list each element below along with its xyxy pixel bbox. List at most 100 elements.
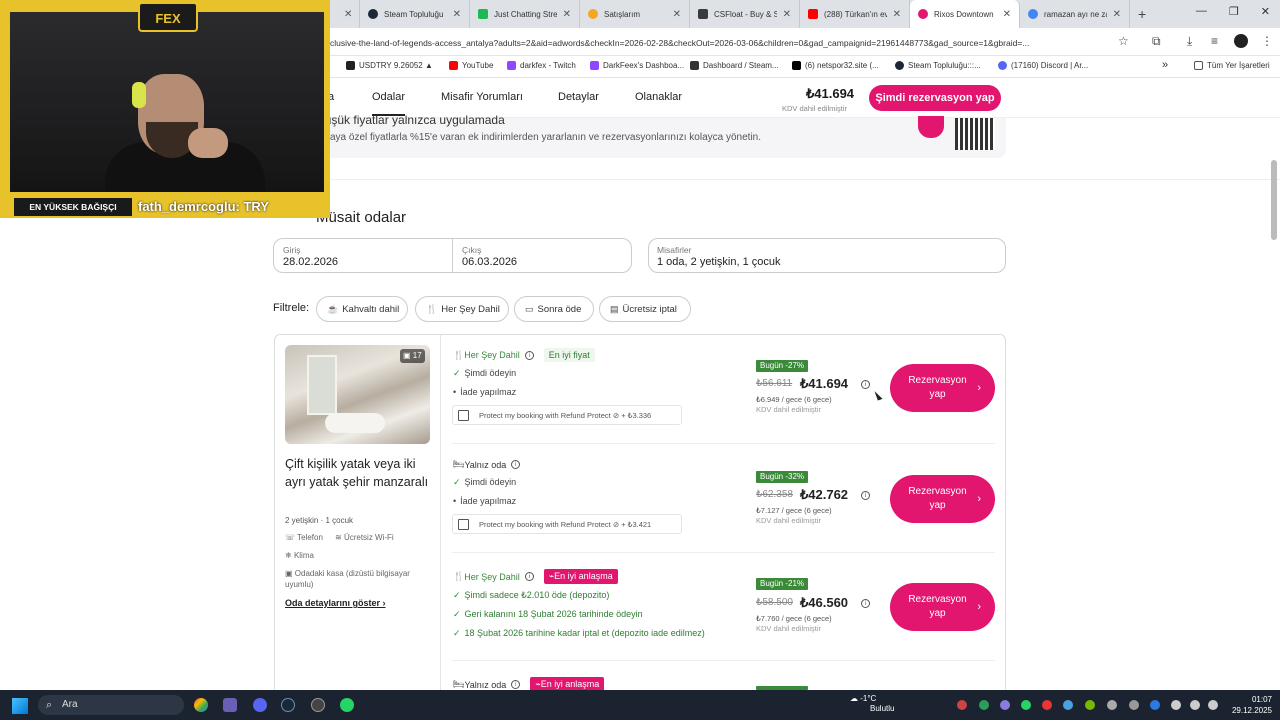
nav-link-reviews[interactable]: Misafir Yorumları bbox=[441, 91, 523, 103]
filter-free-cancel[interactable]: ▤ Ücretsiz iptal bbox=[599, 296, 691, 322]
steam-icon[interactable] bbox=[281, 698, 295, 712]
filter-all-inclusive[interactable]: 🍴 Her Şey Dahil bbox=[415, 296, 509, 322]
nav-link-facilities[interactable]: Olanaklar bbox=[635, 91, 682, 103]
tab-rixos[interactable]: Rixos Downtown ✕ bbox=[910, 0, 1020, 28]
close-window-icon[interactable]: ✕ bbox=[1261, 5, 1270, 18]
offer-2-reserve-button[interactable]: Rezervasyon yap › bbox=[890, 475, 995, 523]
bookmark-netspor[interactable]: (6) netspor32.site (... bbox=[792, 61, 879, 70]
close-icon[interactable]: ✕ bbox=[344, 9, 352, 20]
offer-2-vat: KDV dahil edilmiştir bbox=[756, 516, 822, 525]
bookmark-steam-dashboard[interactable]: Dashboard / Steam... bbox=[690, 61, 779, 70]
bookmark-twitch[interactable]: darkfex - Twitch bbox=[507, 61, 576, 70]
volume-icon[interactable] bbox=[1208, 700, 1218, 710]
wifi-icon: ≋ bbox=[335, 533, 344, 542]
info-icon[interactable]: i bbox=[524, 350, 534, 360]
tray-icon[interactable] bbox=[1042, 700, 1052, 710]
tray-icon[interactable] bbox=[1021, 700, 1031, 710]
tray-icon[interactable] bbox=[1063, 700, 1073, 710]
microphone-icon[interactable] bbox=[1171, 700, 1181, 710]
guests-value[interactable]: 1 oda, 2 yetişkin, 1 çocuk bbox=[657, 256, 781, 268]
checkbox[interactable] bbox=[458, 410, 469, 421]
photo-count-badge[interactable]: ▣ 17 bbox=[400, 349, 425, 363]
new-tab-icon[interactable]: + bbox=[1138, 6, 1146, 22]
bookmark-discord[interactable]: (17160) Discord | Ar... bbox=[998, 61, 1088, 70]
filter-breakfast[interactable]: ☕ Kahvaltı dahil bbox=[316, 296, 408, 322]
checkout-value[interactable]: 06.03.2026 bbox=[462, 256, 517, 268]
info-icon[interactable]: i bbox=[861, 599, 870, 608]
card-icon: ▭ bbox=[525, 303, 534, 314]
menu-icon[interactable]: ⋮ bbox=[1261, 34, 1273, 48]
minimize-icon[interactable]: — bbox=[1196, 5, 1207, 18]
profile-avatar[interactable] bbox=[1234, 34, 1248, 48]
tray-icon[interactable] bbox=[1129, 700, 1139, 710]
filter-pay-later[interactable]: ▭ Sonra öde bbox=[514, 296, 594, 322]
streamer-hand-shape bbox=[188, 128, 228, 158]
chrome-icon[interactable] bbox=[194, 698, 208, 712]
close-icon[interactable]: ✕ bbox=[453, 9, 461, 20]
calendar-icon: ▤ bbox=[610, 303, 619, 314]
offer-2-refund-protect[interactable]: Protect my booking with Refund Protect ⊘… bbox=[452, 514, 682, 534]
book-now-button[interactable]: Şimdi rezervasyon yap bbox=[869, 85, 1001, 111]
taskbar-search[interactable]: ⌕ Ara bbox=[38, 695, 184, 715]
room-details-link[interactable]: Oda detaylarını göster › bbox=[285, 598, 386, 608]
tab-google[interactable]: ramazan ayı ne za ✕ bbox=[1020, 0, 1130, 28]
protect-price: + ₺3.336 bbox=[621, 410, 652, 420]
tray-icon[interactable] bbox=[1000, 700, 1010, 710]
bookmark-dashboard[interactable]: DarkFeex's Dashboa... bbox=[590, 61, 684, 70]
bookmark-label: USDTRY 9.26052 ▲ bbox=[359, 61, 433, 70]
weather-widget[interactable]: ☁ -1°C Bulutlu bbox=[850, 694, 894, 714]
url-field[interactable]: clusive-the-land-of-legends-access_antal… bbox=[330, 34, 1110, 52]
tray-icon[interactable] bbox=[1107, 700, 1117, 710]
offer-1-reserve-button[interactable]: Rezervasyon yap › bbox=[890, 364, 995, 412]
network-icon[interactable] bbox=[1190, 700, 1200, 710]
tray-icon[interactable] bbox=[957, 700, 967, 710]
tab-kick[interactable]: Just Chatting Stre ✕ bbox=[470, 0, 580, 28]
whatsapp-icon[interactable] bbox=[340, 698, 354, 712]
media-icon[interactable]: ≡ bbox=[1211, 34, 1218, 48]
tab-youtube[interactable]: (288) Türkan'ın ev ✕ bbox=[800, 0, 910, 28]
nav-link-details[interactable]: Detaylar bbox=[558, 91, 599, 103]
info-icon[interactable]: i bbox=[511, 460, 521, 469]
info-icon[interactable]: i bbox=[861, 380, 870, 389]
tab-0[interactable]: ✕ bbox=[330, 0, 360, 28]
shield-icon: ⊘ bbox=[612, 519, 620, 529]
bookmark-youtube[interactable]: YouTube bbox=[449, 61, 493, 70]
info-icon[interactable]: i bbox=[524, 572, 534, 581]
extensions-icon[interactable]: ⧉ bbox=[1152, 34, 1161, 49]
offer-1-refund-protect[interactable]: Protect my booking with Refund Protect ⊘… bbox=[452, 405, 682, 425]
close-icon[interactable]: ✕ bbox=[673, 9, 681, 20]
info-icon[interactable]: i bbox=[861, 491, 870, 500]
page-scrollbar[interactable] bbox=[1271, 160, 1277, 240]
bookmark-star-icon[interactable]: ☆ bbox=[1118, 34, 1129, 48]
close-icon[interactable]: ✕ bbox=[1003, 9, 1011, 20]
tab-sales[interactable]: Satışlarım ✕ bbox=[580, 0, 690, 28]
offer-2-type: 🛏 Yalnız oda i bbox=[453, 459, 521, 470]
windows-start-icon[interactable] bbox=[12, 698, 28, 714]
offer-3-reserve-button[interactable]: Rezervasyon yap › bbox=[890, 583, 995, 631]
tray-icon[interactable] bbox=[979, 700, 989, 710]
discord-icon[interactable] bbox=[253, 698, 267, 712]
tab-steam[interactable]: Steam Topluluğu ✕ bbox=[360, 0, 470, 28]
webcam-overlay: FEX EN YÜKSEK BAĞIŞÇI fath_demrcoglu: TR… bbox=[0, 0, 330, 218]
app-icon[interactable] bbox=[223, 698, 237, 712]
bluetooth-icon[interactable] bbox=[1150, 700, 1160, 710]
restore-icon[interactable]: ❐ bbox=[1229, 5, 1239, 18]
bookmark-usdtry[interactable]: USDTRY 9.26052 ▲ bbox=[346, 61, 433, 70]
all-bookmarks[interactable]: Tüm Yer İşaretleri bbox=[1194, 61, 1270, 70]
bookmark-steam[interactable]: Steam Topluluğu:::... bbox=[895, 61, 981, 70]
tab-csfloat[interactable]: CSFloat - Buy & S ✕ bbox=[690, 0, 800, 28]
tab-label: Satışlarım bbox=[604, 9, 641, 19]
close-icon[interactable]: ✕ bbox=[893, 9, 901, 20]
close-icon[interactable]: ✕ bbox=[1113, 9, 1121, 20]
checkbox[interactable] bbox=[458, 519, 469, 530]
info-icon[interactable]: i bbox=[511, 680, 521, 689]
nvidia-icon[interactable] bbox=[1085, 700, 1095, 710]
close-icon[interactable]: ✕ bbox=[783, 9, 791, 20]
download-icon[interactable]: ⤓ bbox=[1187, 34, 1192, 49]
cutlery-icon: 🍴 bbox=[426, 303, 438, 314]
more-bookmarks-icon[interactable]: » bbox=[1162, 59, 1168, 71]
taskbar-clock[interactable]: 01:07 29.12.2025 bbox=[1228, 694, 1272, 716]
obs-icon[interactable] bbox=[311, 698, 325, 712]
close-icon[interactable]: ✕ bbox=[563, 9, 571, 20]
checkin-value[interactable]: 28.02.2026 bbox=[283, 256, 338, 268]
